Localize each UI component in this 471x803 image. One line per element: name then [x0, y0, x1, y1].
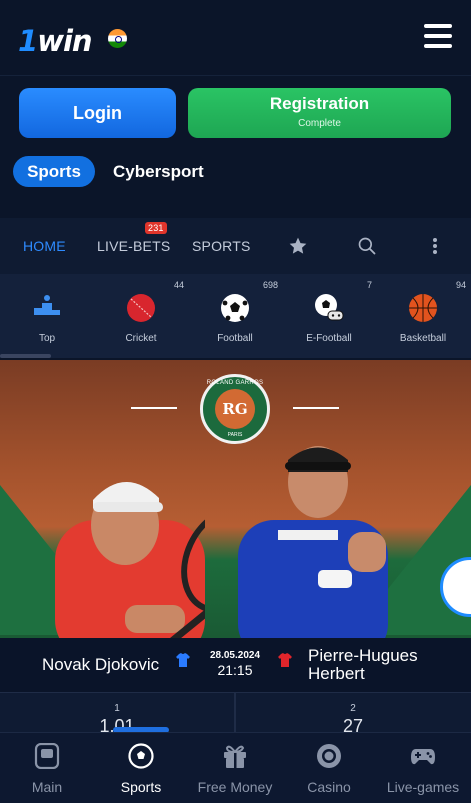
sports-toggle[interactable]: Sports	[13, 156, 95, 187]
category-top[interactable]: Top	[0, 274, 94, 358]
match-date: 28.05.2024	[209, 650, 261, 661]
player-left-image	[55, 481, 205, 638]
odds-divider	[234, 692, 236, 732]
match-time: 21:15	[217, 662, 253, 678]
category-count: 44	[173, 280, 184, 290]
india-flag-icon[interactable]	[108, 29, 127, 48]
gift-icon	[224, 745, 246, 768]
gamepad-icon	[411, 749, 435, 765]
football-icon	[221, 294, 249, 322]
odd-button-2[interactable]: 2 27	[236, 693, 470, 736]
category-label: E-Football	[306, 333, 352, 344]
star-icon[interactable]	[288, 236, 308, 256]
bottom-nav-sports[interactable]: Sports	[94, 733, 188, 803]
categories-scroll-indicator	[0, 354, 51, 358]
team-left-shirt-icon	[176, 653, 190, 667]
sport-categories: Top 44 Cricket 698 Football 7 E-Football…	[0, 274, 471, 358]
logo-text: ROLAND GARROS	[206, 380, 264, 386]
category-label: Cricket	[125, 333, 157, 344]
match-banner[interactable]: ROLAND GARROS RG PARIS	[0, 360, 471, 638]
cricket-ball-icon	[127, 294, 155, 322]
category-label: Basketball	[399, 333, 447, 344]
bottom-nav-label: Live-games	[386, 779, 460, 795]
category-count: 698	[262, 280, 278, 290]
category-label: Top	[38, 333, 56, 344]
tab-live-bets-label: LIVE-BETS	[97, 238, 171, 254]
category-label: Football	[217, 333, 253, 344]
section-tabs: HOME LIVE-BETS 231 SPORTS	[0, 218, 471, 274]
bottom-nav-free-money[interactable]: Free Money	[188, 733, 282, 803]
login-button[interactable]: Login	[19, 88, 176, 138]
casino-chip-icon	[317, 744, 341, 768]
registration-sublabel: Complete	[298, 118, 341, 129]
team-right-shirt-icon	[278, 653, 292, 667]
cybersport-toggle[interactable]: Cybersport	[113, 156, 204, 187]
sports-ball-icon	[128, 743, 154, 769]
banner-divider-right	[293, 407, 339, 409]
app-screen: 1win Login Registration Complete Sports …	[0, 0, 471, 803]
odd-outcome-label: 1	[114, 703, 120, 714]
category-count: 94	[455, 280, 466, 290]
bottom-nav-label: Main	[31, 779, 63, 795]
top-header: 1win	[0, 0, 471, 76]
e-football-icon	[315, 294, 344, 321]
basketball-icon	[409, 294, 437, 322]
registration-label: Registration	[269, 94, 370, 113]
logo-word: win	[37, 24, 92, 58]
odd-outcome-label: 2	[350, 703, 356, 714]
bottom-nav-label: Sports	[120, 779, 162, 795]
bottom-navigation: Main Sports Free Money Casino Live-games	[0, 732, 471, 803]
team-left-name: Novak Djokovic	[42, 655, 160, 674]
main-icon	[34, 743, 60, 769]
hamburger-menu-icon[interactable]	[424, 24, 452, 48]
category-e-football[interactable]: 7 E-Football	[282, 274, 376, 358]
podium-icon	[34, 295, 60, 315]
tab-live-bets[interactable]: LIVE-BETS 231	[97, 222, 171, 254]
category-count: 7	[366, 280, 372, 290]
more-vertical-icon[interactable]	[430, 236, 440, 256]
bottom-nav-casino[interactable]: Casino	[282, 733, 376, 803]
search-icon[interactable]	[357, 236, 377, 256]
team-right-name: Pierre-Hugues Herbert	[308, 646, 418, 683]
live-bets-count-badge: 231	[145, 222, 167, 234]
player-right-image	[238, 446, 388, 638]
category-football[interactable]: 698 Football	[188, 274, 282, 358]
logo-digit: 1	[18, 24, 38, 58]
tab-sports[interactable]: SPORTS	[192, 238, 251, 254]
bottom-nav-live-games[interactable]: Live-games	[376, 733, 470, 803]
tab-home[interactable]: HOME	[23, 238, 66, 254]
banner-divider-left	[131, 407, 177, 409]
registration-button[interactable]: Registration Complete	[188, 88, 451, 138]
category-basketball[interactable]: 94 Basketball	[376, 274, 470, 358]
category-cricket[interactable]: 44 Cricket	[94, 274, 188, 358]
brand-logo[interactable]: 1win	[18, 24, 93, 58]
match-info-bar[interactable]: Novak Djokovic 28.05.2024 21:15 Pierre-H…	[0, 638, 471, 692]
bottom-nav-label: Casino	[307, 779, 351, 795]
bottom-nav-label: Free Money	[197, 779, 273, 795]
bottom-nav-main[interactable]: Main	[0, 733, 94, 803]
